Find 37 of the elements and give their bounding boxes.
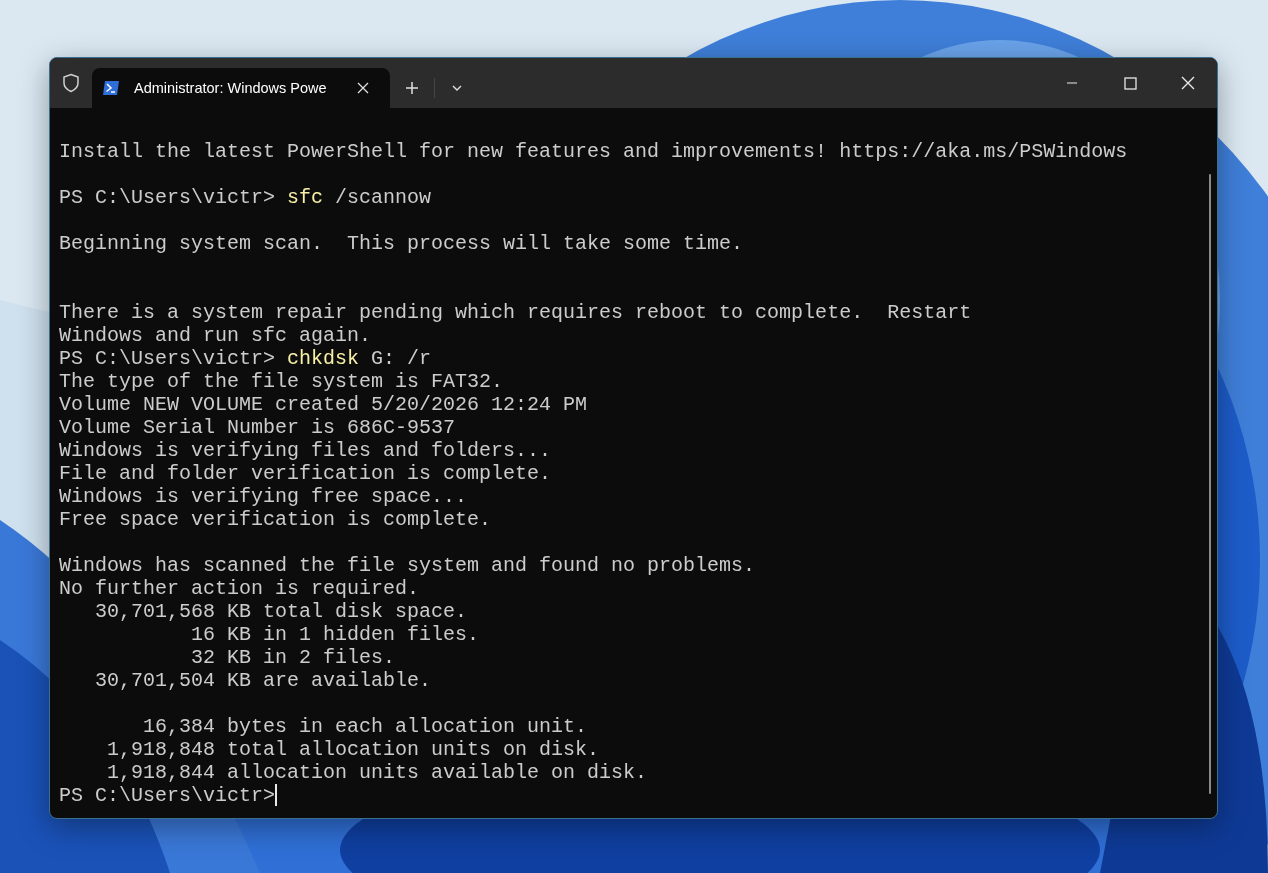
output-line: Windows is verifying files and folders... <box>59 439 552 462</box>
tab-title: Administrator: Windows Powe <box>134 80 328 96</box>
output-line: No further action is required. <box>59 577 420 600</box>
output-line: Windows and run sfc again. <box>59 324 372 347</box>
output-line: 1,918,848 total allocation units on disk. <box>106 738 600 761</box>
output-line: Install the latest PowerShell for new features and improvements! https://aka.ms/PSWindows <box>59 140 1128 163</box>
output-line: Volume NEW VOLUME created 5/20/2026 12:24 PM <box>59 393 588 416</box>
terminal-tab[interactable]: Administrator: Windows Powe <box>92 68 390 108</box>
close-icon <box>1181 76 1195 90</box>
output-line: Free space verification is complete. <box>59 508 492 531</box>
chevron-down-icon <box>451 84 463 92</box>
shield-icon <box>62 73 80 93</box>
output-line: File and folder verification is complete. <box>59 462 552 485</box>
output-line: 1,918,844 allocation units available on disk. <box>106 761 648 784</box>
output-line: 30,701,504 KB are available. <box>94 669 432 692</box>
command-args: G: /r <box>371 347 432 370</box>
output-line: Beginning system scan. This process will take some time. <box>59 232 744 255</box>
output-line: The type of the file system is FAT32. <box>59 370 504 393</box>
powershell-icon <box>102 80 120 96</box>
command-name: chkdsk <box>287 347 360 370</box>
output-line: 32 KB in 2 files. <box>190 646 396 669</box>
scrollbar[interactable] <box>1209 174 1211 794</box>
plus-icon <box>405 81 419 95</box>
output-line: Volume Serial Number is 686C-9537 <box>59 416 456 439</box>
command-name: sfc <box>287 186 324 209</box>
maximize-icon <box>1123 76 1137 90</box>
output-line: There is a system repair pending which requires reboot to complete. Restart <box>59 301 972 324</box>
output-line: 16,384 bytes in each allocation unit. <box>142 715 588 738</box>
prompt-text: PS C:\Users\victr> <box>59 186 276 209</box>
output-line: Windows has scanned the file system and found no problems. <box>59 554 756 577</box>
output-line: Windows is verifying free space... <box>59 485 468 508</box>
close-tab-icon[interactable] <box>357 82 369 94</box>
prompt-text: PS C:\Users\victr> <box>59 347 276 370</box>
output-line: 16 KB in 1 hidden files. <box>190 623 480 646</box>
prompt-text: PS C:\Users\victr> <box>59 784 276 807</box>
output-line: 30,701,568 KB total disk space. <box>94 600 468 623</box>
command-args: /scannow <box>335 186 432 209</box>
